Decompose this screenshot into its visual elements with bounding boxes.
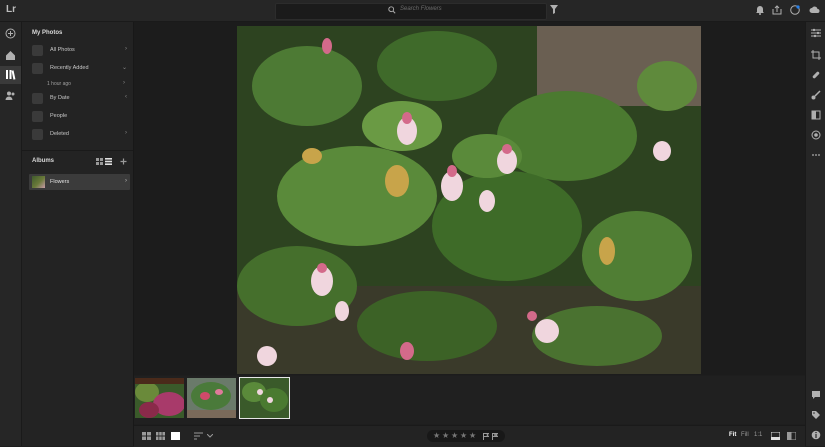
filmstrip-thumbnail[interactable]	[187, 378, 236, 418]
zoom-fit[interactable]: Fit	[729, 432, 736, 438]
sidebar-item-label: All Photos	[50, 47, 75, 53]
chevron-down-icon[interactable]	[207, 434, 213, 438]
cloud-icon[interactable]	[809, 5, 820, 15]
sidebar-item-people[interactable]: People	[32, 111, 129, 122]
help-icon[interactable]	[790, 5, 800, 15]
top-bar: Lr Search Flowers	[0, 0, 825, 22]
album-label: Flowers	[50, 179, 70, 185]
albums-title: Albums	[32, 158, 55, 164]
thumbnail-image	[187, 378, 236, 418]
bottom-toolbar: ★ ★ ★ ★ ★ Fit Fill 1:1	[134, 425, 805, 447]
library-icon[interactable]	[5, 69, 16, 80]
compare-icon[interactable]	[787, 432, 796, 440]
sidebar-item-label: By Date	[50, 95, 70, 101]
info-icon[interactable]	[811, 430, 821, 440]
left-rail	[0, 22, 22, 446]
add-photos-icon[interactable]	[5, 28, 16, 39]
album-thumbnail	[32, 176, 45, 188]
flag-reject-icon[interactable]	[492, 433, 498, 440]
zoom-fill[interactable]: Fill	[741, 432, 749, 438]
filmstrip-thumbnail[interactable]	[135, 378, 184, 418]
detail-view-icon[interactable]	[171, 432, 180, 440]
trash-icon	[32, 129, 43, 140]
healing-icon[interactable]	[811, 70, 821, 80]
linear-gradient-icon[interactable]	[811, 110, 821, 120]
star-icon[interactable]: ★	[442, 431, 449, 440]
sidebar-item-recently-added[interactable]: Recently Added ⌄	[32, 63, 129, 74]
add-album-icon[interactable]	[120, 158, 127, 165]
library-panel: My Photos All Photos › Recently Added ⌄ …	[22, 22, 134, 446]
sidebar-item-by-date[interactable]: By Date ‹	[32, 93, 129, 104]
star-icon[interactable]: ★	[433, 431, 440, 440]
edit-sliders-icon[interactable]	[811, 28, 821, 38]
album-flowers[interactable]: Flowers ›	[29, 174, 130, 190]
radial-icon[interactable]	[811, 130, 821, 140]
comments-icon[interactable]	[811, 390, 821, 400]
chevron-right-icon: ›	[125, 130, 127, 136]
search-icon	[388, 6, 396, 14]
rating-stars[interactable]: ★ ★ ★ ★ ★	[427, 430, 505, 442]
sidebar-item-all-photos[interactable]: All Photos ›	[32, 45, 129, 56]
main-photo[interactable]	[237, 26, 701, 374]
people-icon	[32, 111, 43, 122]
filter-icon[interactable]	[550, 5, 558, 14]
tags-icon[interactable]	[811, 410, 821, 420]
my-photos-title: My Photos	[32, 30, 63, 36]
more-icon[interactable]	[811, 150, 821, 160]
crop-icon[interactable]	[811, 50, 821, 60]
sidebar-item-label: Deleted	[50, 131, 69, 137]
chevron-right-icon: ›	[125, 46, 127, 52]
calendar-icon	[32, 93, 43, 104]
zoom-one-to-one[interactable]: 1:1	[754, 432, 762, 438]
chevron-right-icon: ›	[125, 178, 127, 184]
brush-icon[interactable]	[811, 90, 821, 100]
chevron-left-icon: ‹	[125, 94, 127, 100]
sidebar-item-label: People	[50, 113, 68, 119]
all-photos-icon	[32, 45, 43, 56]
app-logo: Lr	[6, 4, 16, 15]
share-icon[interactable]	[772, 5, 782, 15]
filmstrip-thumbnail-selected[interactable]	[239, 377, 290, 419]
filmstrip-toggle-icon[interactable]	[771, 432, 780, 440]
sort-icon[interactable]	[194, 432, 203, 440]
star-icon[interactable]: ★	[460, 431, 467, 440]
star-icon[interactable]: ★	[469, 431, 476, 440]
recent-sub-item[interactable]: 1 hour ago	[47, 81, 71, 87]
thumbnail-image	[135, 378, 184, 418]
search-input[interactable]: Search Flowers	[275, 3, 547, 20]
chevron-right-icon: ›	[123, 80, 125, 86]
notification-icon[interactable]	[755, 5, 765, 15]
people-icon[interactable]	[5, 90, 16, 101]
divider	[22, 150, 133, 151]
flag-pick-icon[interactable]	[483, 433, 489, 440]
list-view-icon[interactable]	[105, 158, 112, 165]
flower-photo-image	[237, 26, 701, 374]
grid-view-icon[interactable]	[96, 158, 103, 165]
thumbnail-image	[240, 378, 289, 418]
home-icon[interactable]	[5, 50, 16, 61]
right-rail	[805, 22, 825, 446]
chevron-down-icon: ⌄	[121, 65, 127, 71]
star-icon[interactable]: ★	[451, 431, 458, 440]
square-grid-icon[interactable]	[142, 432, 151, 440]
sidebar-item-deleted[interactable]: Deleted ›	[32, 129, 129, 140]
clock-icon	[32, 63, 43, 74]
photo-grid-icon[interactable]	[156, 432, 165, 440]
sidebar-item-label: Recently Added	[50, 65, 89, 71]
search-placeholder: Search Flowers	[400, 6, 442, 12]
